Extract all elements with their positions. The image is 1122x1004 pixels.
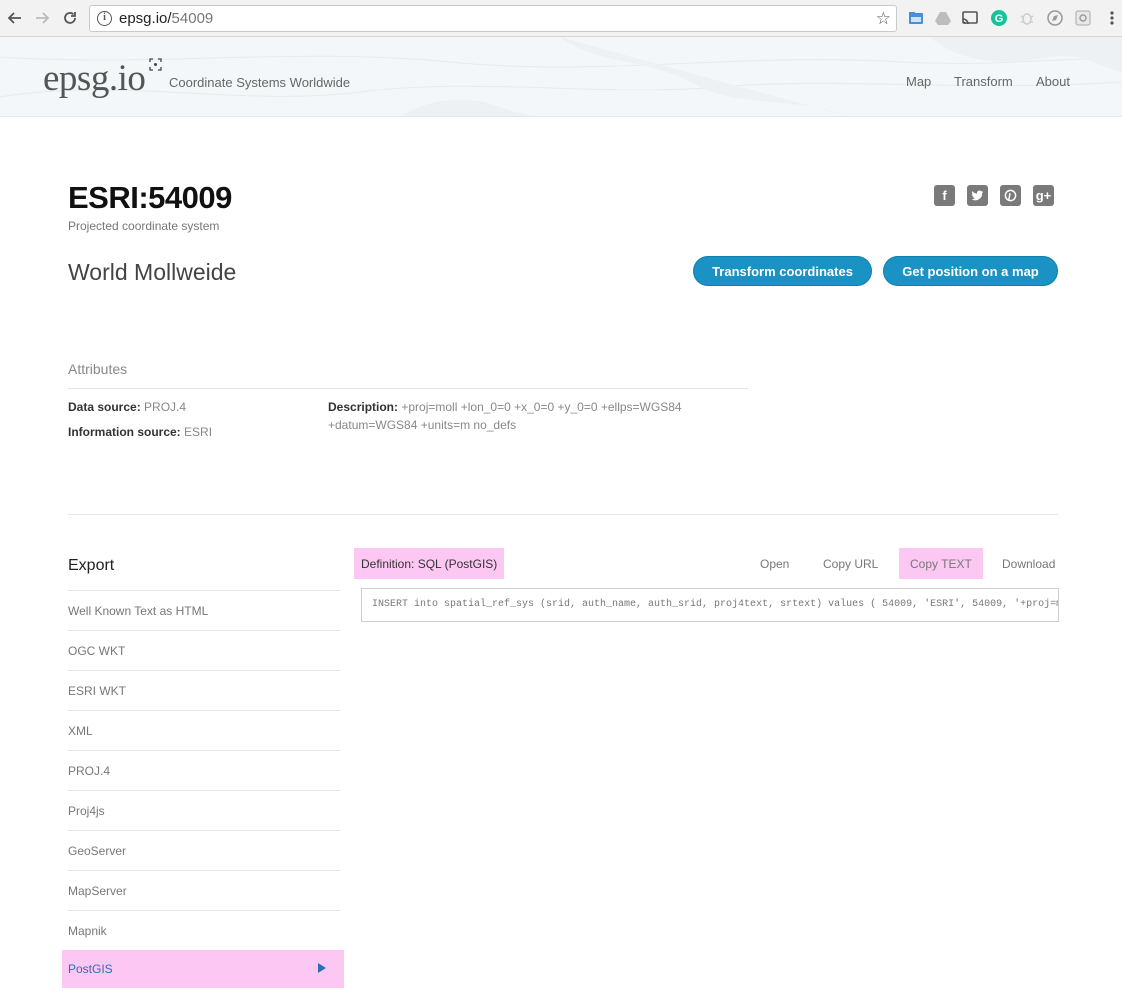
export-item-proj4js[interactable]: Proj4js	[68, 790, 340, 830]
reload-icon	[64, 12, 76, 24]
copy-url-link[interactable]: Copy URL	[823, 548, 878, 579]
export-item-wkt-html[interactable]: Well Known Text as HTML	[68, 590, 340, 630]
pinterest-icon[interactable]	[1000, 185, 1021, 206]
address-bar[interactable]: i epsg.io/54009 ☆	[89, 5, 897, 32]
crs-kind: Projected coordinate system	[68, 219, 220, 233]
url-text: epsg.io/54009	[119, 10, 214, 27]
data-source-value: PROJ.4	[144, 400, 187, 414]
back-button[interactable]	[4, 7, 26, 29]
grammarly-icon[interactable]: G	[990, 9, 1008, 27]
bug-icon[interactable]	[1018, 9, 1036, 27]
get-position-button[interactable]: Get position on a map	[883, 256, 1058, 286]
drive-icon[interactable]	[934, 9, 952, 27]
nav-transform-link[interactable]: Transform	[954, 74, 1013, 89]
export-item-proj4[interactable]: PROJ.4	[68, 750, 340, 790]
description-value-line1: +proj=moll +lon_0=0 +x_0=0 +y_0=0 +ellps…	[401, 400, 682, 414]
download-link[interactable]: Download	[1002, 548, 1055, 579]
export-item-mapnik[interactable]: Mapnik	[68, 910, 340, 950]
description-row: Description: +proj=moll +lon_0=0 +x_0=0 …	[328, 400, 682, 414]
forward-button[interactable]	[31, 7, 53, 29]
export-heading: Export	[68, 557, 115, 574]
description-label: Description:	[328, 400, 399, 414]
bookmark-star-icon[interactable]: ☆	[876, 9, 891, 28]
logo-crosshair-icon	[149, 58, 162, 71]
info-icon[interactable]: i	[97, 11, 112, 26]
data-source-label: Data source:	[68, 400, 141, 414]
nav-map-link[interactable]: Map	[906, 74, 931, 89]
nav-about-link[interactable]: About	[1036, 74, 1070, 89]
menu-icon[interactable]	[1103, 9, 1121, 27]
site-tagline: Coordinate Systems Worldwide	[169, 75, 351, 90]
browser-toolbar: i epsg.io/54009 ☆ G	[0, 0, 1122, 37]
compass-icon[interactable]	[1046, 9, 1064, 27]
info-source-label: Information source:	[68, 425, 181, 439]
open-link[interactable]: Open	[760, 548, 789, 579]
crs-name: World Mollweide	[68, 259, 237, 285]
export-item-mapserver[interactable]: MapServer	[68, 870, 340, 910]
data-source-row: Data source: PROJ.4	[68, 400, 186, 414]
export-item-geoserver[interactable]: GeoServer	[68, 830, 340, 870]
export-item-postgis-label: PostGIS	[68, 962, 113, 976]
svg-text:G: G	[995, 13, 1004, 25]
site-logo[interactable]: epsg.io	[43, 57, 146, 100]
folder-icon[interactable]	[907, 9, 925, 27]
twitter-icon[interactable]	[967, 185, 988, 206]
description-value-line2: +datum=WGS84 +units=m no_defs	[328, 418, 517, 432]
facebook-icon[interactable]: f	[934, 185, 955, 206]
definition-code-box[interactable]: INSERT into spatial_ref_sys (srid, auth_…	[361, 588, 1059, 622]
cast-icon[interactable]	[961, 9, 979, 27]
definition-label: Definition: SQL (PostGIS)	[354, 548, 505, 579]
shield-icon[interactable]	[1074, 9, 1092, 27]
googleplus-icon[interactable]: g+	[1033, 185, 1054, 206]
crs-code-title: ESRI:54009	[68, 180, 232, 215]
attributes-heading: Attributes	[68, 361, 128, 377]
play-arrow-icon	[318, 963, 326, 973]
reload-button[interactable]	[59, 7, 81, 29]
attributes-divider	[68, 388, 748, 389]
export-format-list: Well Known Text as HTML OGC WKT ESRI WKT…	[62, 590, 344, 988]
export-item-esri-wkt[interactable]: ESRI WKT	[68, 670, 340, 710]
export-item-xml[interactable]: XML	[68, 710, 340, 750]
copy-text-link[interactable]: Copy TEXT	[899, 548, 983, 579]
export-item-postgis[interactable]: PostGIS	[62, 950, 344, 988]
export-item-ogc-wkt[interactable]: OGC WKT	[68, 630, 340, 670]
transform-coordinates-button[interactable]: Transform coordinates	[693, 256, 872, 286]
back-arrow-icon	[7, 12, 21, 24]
definition-code: INSERT into spatial_ref_sys (srid, auth_…	[372, 599, 1058, 610]
info-source-value: ESRI	[184, 425, 213, 439]
section-divider	[68, 514, 1058, 515]
forward-arrow-icon	[36, 12, 50, 24]
info-source-row: Information source: ESRI	[68, 425, 212, 439]
site-header: epsg.io Coordinate Systems Worldwide Map…	[0, 37, 1122, 117]
